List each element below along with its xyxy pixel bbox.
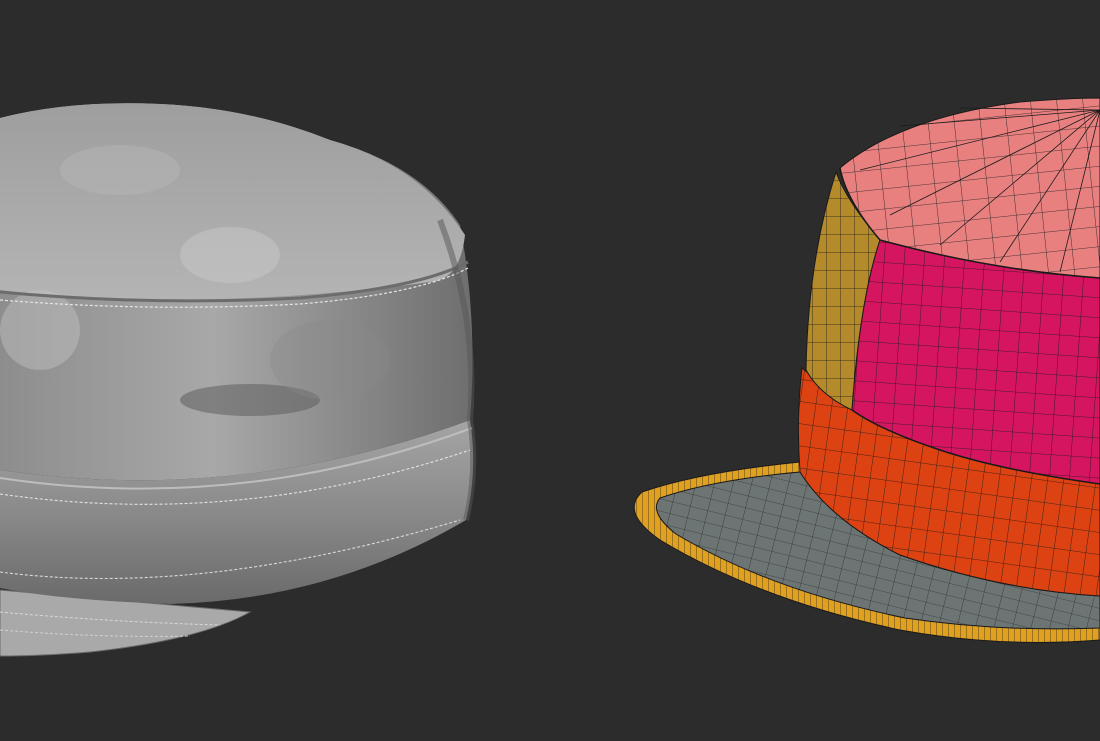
sculpt-cap-model[interactable] xyxy=(0,103,477,657)
wireframe-cap-model[interactable] xyxy=(633,97,1100,643)
3d-viewport[interactable] xyxy=(0,0,1100,741)
viewport-canvas[interactable] xyxy=(0,0,1100,741)
